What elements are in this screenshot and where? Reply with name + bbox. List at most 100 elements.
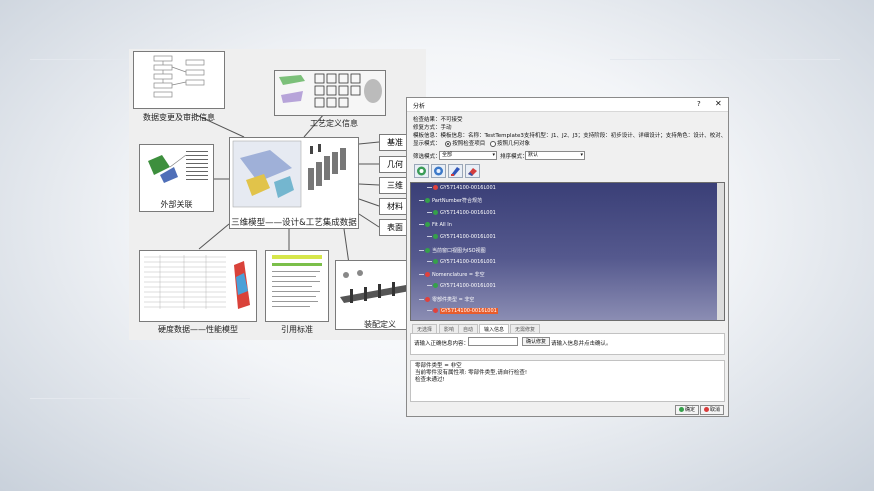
process-images-thumbnail (279, 73, 382, 108)
tree-row-label: 零部件类型 = 非空 (432, 296, 475, 303)
reference-standard-caption: 引用标准 (281, 325, 313, 334)
assembly-definition-caption: 装配定义 (364, 320, 396, 329)
status-dot-icon (425, 221, 430, 227)
tree-connector (419, 249, 424, 251)
chevron-down-icon: ▾ (492, 152, 495, 158)
process-definition-node (274, 70, 386, 116)
message-line-2: 当前零件没有属性项: 零部件类型,请自行检查! (415, 370, 528, 376)
tree-connector (419, 223, 424, 225)
status-dot-icon (425, 247, 430, 253)
external-links-thumbnail (148, 151, 208, 183)
tree-connector (419, 274, 424, 276)
3d-model-thumbnail (232, 140, 346, 208)
message-line-1: 零部件类型 = 非空 (415, 363, 462, 369)
analysis-dialog: 分析 ? ✕ 检查结果：不可接受 修复方式：手动 模板信息：模板信息：名称：Te… (406, 97, 729, 417)
tree-row-label: GY5714100-0016L001 (440, 308, 498, 314)
status-dot-icon (433, 209, 438, 215)
input-label: 请输入正确信息内容： (414, 341, 470, 347)
tree-row[interactable]: Fit All In (419, 221, 452, 230)
process-definition-caption: 工艺定义信息 (310, 119, 358, 128)
hardness-data-node (139, 250, 257, 322)
sort-mode-select[interactable]: 默认 ▾ (525, 151, 585, 160)
cancel-button[interactable]: 取消 (700, 405, 725, 415)
center-caption: 三维模型——设计&工艺集成数据 (231, 218, 357, 228)
tree-row[interactable]: GY5714100-0016L001 (427, 234, 496, 242)
tree-connector (419, 200, 424, 202)
status-dot-icon (425, 272, 430, 278)
filter-icon[interactable] (414, 164, 429, 178)
tree-connector (427, 211, 432, 213)
tree-row-label: Fit All In (432, 221, 452, 228)
external-links-node: 外部关联 (139, 144, 214, 212)
template-info-text: 模板信息：模板信息：名称：TestTemplate3支持机型：J1、J2、J3；… (413, 133, 725, 139)
tree-row[interactable]: Nomenclature = 非空 (419, 271, 485, 279)
input-info-panel: 请输入正确信息内容： 确认修复 请输入信息并点击确认。 (410, 333, 725, 355)
tree-scrollbar[interactable] (717, 183, 724, 320)
chevron-down-icon: ▾ (580, 152, 583, 158)
filter-mode-select[interactable]: 全部 ▾ (439, 151, 497, 160)
cancel-icon (704, 407, 709, 412)
tree-row[interactable]: GY5714100-0016L001 (427, 185, 496, 193)
tree-row[interactable]: GY5714100-0016L001 (427, 283, 496, 291)
display-mode-label: 显示模式： (413, 141, 441, 147)
cancel-button-label: 取消 (710, 407, 721, 413)
tree-row[interactable]: 当前窗口视图为ISO视图 (419, 247, 486, 255)
radio-by-check-item[interactable] (445, 140, 452, 147)
integration-diagram: 数据变更及审批信息 工艺定义信息 外部关联 三维模型——设计&工艺集成数据 基准… (129, 49, 426, 340)
radio-by-geometry[interactable] (490, 140, 497, 147)
hardness-table-thumbnail (144, 255, 250, 309)
tree-row[interactable]: PartNumber符合规范 (419, 197, 482, 205)
sort-mode-value: 默认 (528, 152, 539, 158)
hardness-data-caption: 硬度数据——性能模型 (158, 325, 238, 334)
status-dot-icon (433, 283, 438, 289)
dialog-titlebar: 分析 ? ✕ (407, 98, 728, 112)
status-dot-icon (425, 198, 430, 204)
close-icon[interactable]: ✕ (715, 99, 722, 108)
tree-row-label: Nomenclature = 非空 (432, 272, 485, 279)
ok-button[interactable]: 确定 (675, 405, 700, 415)
dialog-title: 分析 (413, 103, 426, 110)
tree-row-label: GY5714100-0016L001 (440, 258, 496, 265)
standard-doc-thumbnail (272, 255, 322, 307)
tree-row[interactable]: GY5714100-0016L001 (427, 258, 496, 267)
change-approval-caption: 数据变更及审批信息 (143, 113, 215, 122)
brush-icon[interactable] (448, 164, 463, 178)
tree-row-label: GY5714100-0016L001 (440, 234, 496, 241)
check-results-tree[interactable]: GY5714100-0016L001 PartNumber符合规范 GY571410… (410, 182, 725, 321)
change-approval-node (133, 51, 225, 109)
input-hint: 请输入信息并点击确认。 (551, 341, 612, 347)
display-mode-row: 显示模式： 按照检查项目 按照几何对象 (413, 139, 530, 147)
sort-mode-label: 排序模式： (500, 154, 528, 160)
eraser-icon[interactable] (465, 164, 480, 178)
tree-connector (427, 187, 432, 188)
external-links-caption: 外部关联 (160, 200, 193, 209)
filter-mode-label: 筛选模式： (413, 154, 441, 160)
status-dot-icon (433, 185, 438, 190)
tree-row[interactable]: GY5714100-0016L001 (427, 308, 498, 316)
tree-row-label: GY5714100-0016L001 (440, 209, 496, 216)
message-box: 零部件类型 = 非空 当前零件没有属性项: 零部件类型,请自行检查! 检查未通过… (410, 360, 725, 402)
message-line-3: 检查未通过! (415, 377, 445, 383)
reference-standard-node (265, 250, 329, 322)
repair-mode-text: 修复方式：手动 (413, 125, 452, 131)
radio-by-check-item-label: 按照检查项目 (452, 141, 486, 147)
tree-connector (427, 285, 432, 287)
check-icon (679, 407, 684, 412)
status-dot-icon (433, 308, 438, 313)
help-icon[interactable]: ? (697, 100, 701, 108)
status-dot-icon (433, 234, 438, 240)
tree-connector (427, 236, 432, 238)
check-result-text: 检查结果：不可接受 (413, 117, 463, 123)
assembly-thumbnail (340, 270, 410, 303)
status-dot-icon (433, 258, 438, 264)
refresh-icon[interactable] (431, 164, 446, 178)
tree-row-label: 当前窗口视图为ISO视图 (432, 247, 486, 254)
flowchart-thumbnail (153, 55, 205, 98)
assembly-definition-node: 装配定义 (335, 260, 415, 330)
tree-row[interactable]: 零部件类型 = 非空 (419, 296, 474, 304)
correct-info-input[interactable] (468, 337, 518, 346)
tree-row[interactable]: GY5714100-0016L001 (427, 209, 496, 218)
confirm-fix-button[interactable]: 确认修复 (522, 337, 551, 346)
ok-button-label: 确定 (685, 407, 696, 413)
center-3d-model-node: 三维模型——设计&工艺集成数据 (229, 137, 359, 229)
